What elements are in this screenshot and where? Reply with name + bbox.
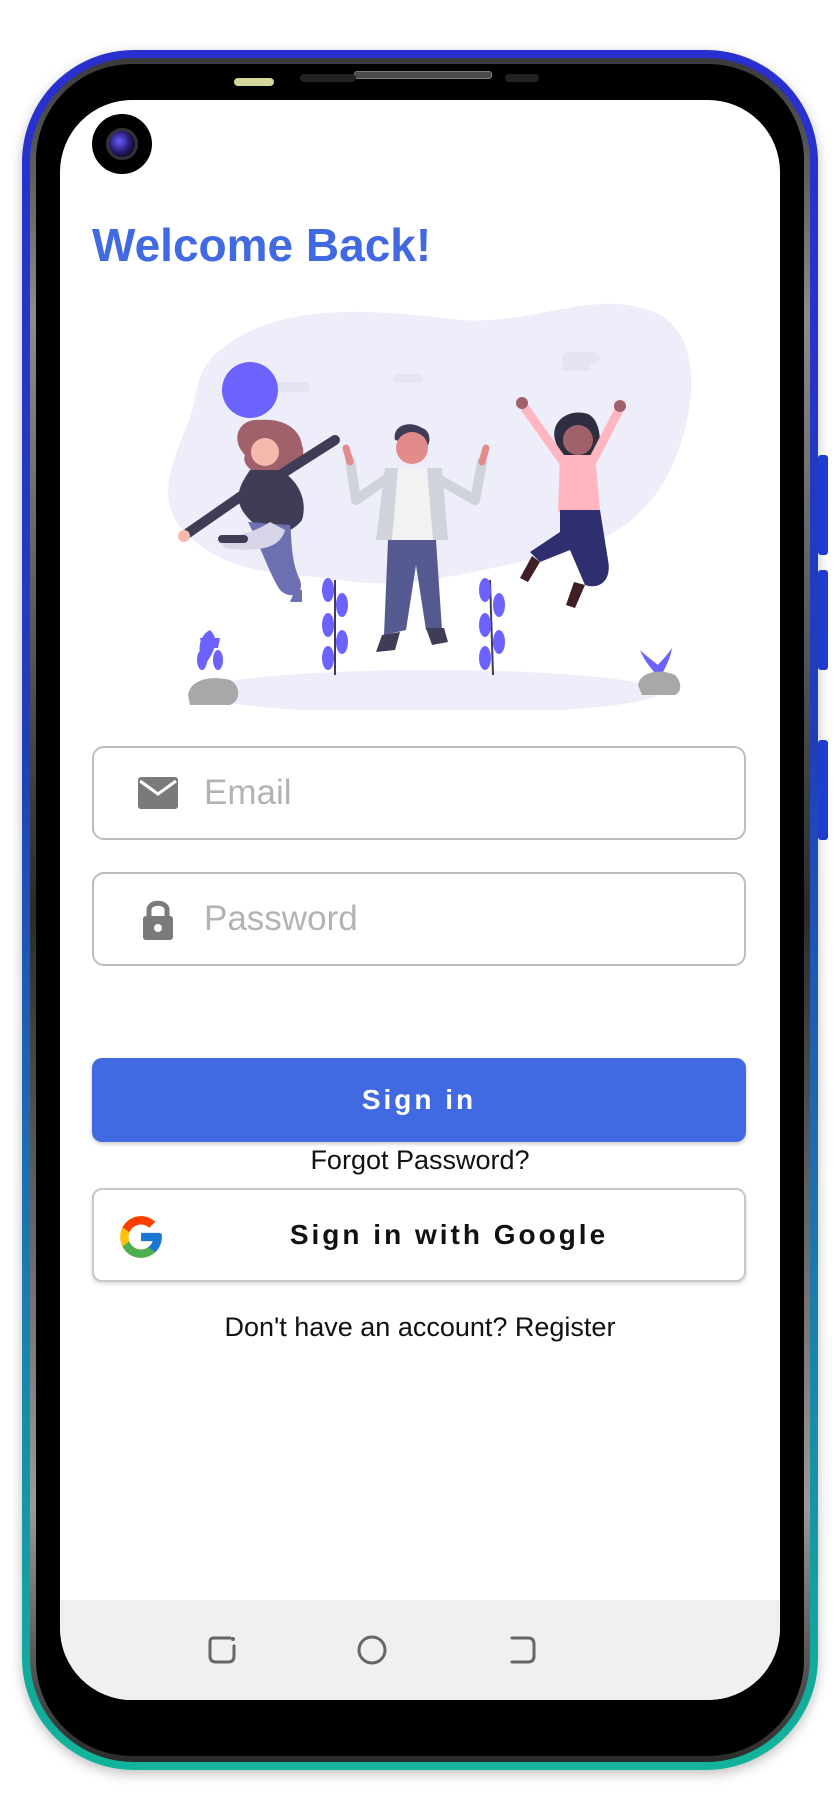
front-camera <box>92 114 152 174</box>
recents-icon[interactable] <box>500 1628 544 1672</box>
camera-lens <box>106 128 138 160</box>
sensor-flash <box>234 78 274 86</box>
proximity-sensor <box>300 74 356 82</box>
google-sign-in-label: Sign in with Google <box>289 1219 609 1250</box>
home-icon[interactable] <box>350 1628 394 1672</box>
sign-in-button[interactable]: Sign in <box>92 1058 746 1142</box>
back-icon[interactable] <box>200 1628 244 1672</box>
lock-icon <box>134 895 182 943</box>
google-sign-in-button[interactable]: Sign in with Google <box>92 1188 746 1282</box>
system-nav-bar <box>60 1600 780 1700</box>
volume-up-button <box>818 455 828 555</box>
earpiece-speaker <box>354 71 492 79</box>
mail-icon <box>134 769 182 817</box>
light-sensor <box>505 74 539 82</box>
email-field[interactable] <box>92 746 746 840</box>
register-link[interactable]: Don't have an account? Register <box>60 1312 780 1343</box>
password-field[interactable] <box>92 872 746 966</box>
power-button <box>818 740 828 840</box>
password-input[interactable] <box>202 898 686 940</box>
phone-screen: Welcome Back! Email Sign in Sign in with… <box>60 100 780 1700</box>
email-input[interactable] <box>202 772 686 814</box>
page-title: Welcome Back! <box>92 219 432 271</box>
jumping-people-illustration <box>168 303 692 710</box>
volume-down-button <box>818 570 828 670</box>
forgot-password-link[interactable]: Forgot Password? <box>60 1145 780 1176</box>
